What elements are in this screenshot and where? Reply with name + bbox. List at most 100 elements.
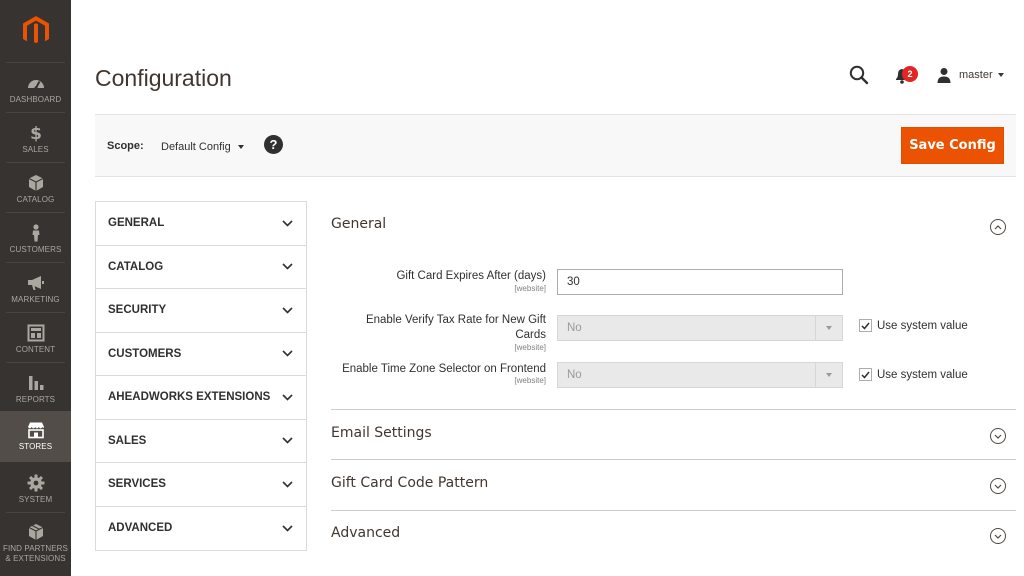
sidebar-divider (6, 312, 65, 313)
section-services[interactable]: SERVICES (96, 463, 306, 507)
nav-label: CUSTOMERS (9, 244, 62, 254)
section-label: GENERAL (108, 217, 165, 230)
section-customers[interactable]: CUSTOMERS (96, 333, 306, 376)
section-label: SERVICES (108, 478, 166, 491)
field-label-timezone: Enable Time Zone Selector on Frontend (342, 363, 546, 375)
section-label: SECURITY (108, 304, 167, 317)
nav-label: REPORTS (15, 394, 56, 404)
group-divider (331, 409, 1016, 410)
global-search-button[interactable] (848, 64, 870, 86)
nav-system[interactable]: SYSTEM (0, 464, 71, 514)
sidebar-divider (6, 62, 65, 63)
section-label: CUSTOMERS (108, 347, 182, 360)
username: master (959, 69, 993, 81)
nav-find-partners[interactable]: FIND PARTNERS & EXTENSIONS (0, 515, 71, 571)
field-label-verify-tax: Enable Verify Tax Rate for New Gift Card… (365, 314, 546, 341)
sidebar-divider (6, 512, 65, 513)
section-catalog[interactable]: CATALOG (96, 246, 306, 289)
megaphone-icon (27, 275, 44, 290)
chevron-up-icon (994, 224, 1002, 229)
nav-dashboard[interactable]: DASHBOARD (0, 64, 71, 114)
group-general-title[interactable]: General (331, 216, 386, 232)
gift-card-expires-input[interactable] (557, 269, 843, 295)
layout-icon (27, 324, 44, 341)
page-title: Configuration (95, 65, 232, 91)
field-label-expires: Gift Card Expires After (days) (396, 270, 546, 282)
group-email-settings-title[interactable]: Email Settings (331, 425, 432, 441)
timezone-use-system-checkbox[interactable]: Use system value (859, 368, 968, 381)
chevron-down-icon (282, 394, 293, 401)
section-advanced[interactable]: ADVANCED (96, 507, 306, 551)
nav-content[interactable]: CONTENT (0, 314, 71, 364)
field-scope-hint: [website] (514, 284, 546, 293)
nav-reports[interactable]: REPORTS (0, 364, 71, 414)
nav-label: SYSTEM (18, 494, 53, 504)
user-icon (937, 68, 951, 83)
expand-down-icon[interactable] (990, 428, 1006, 444)
field-scope-hint: [website] (514, 343, 546, 352)
nav-stores[interactable]: STORES (0, 411, 71, 462)
group-code-pattern-title[interactable]: Gift Card Code Pattern (331, 475, 488, 491)
magento-logo-icon (22, 15, 49, 43)
bar-chart-icon (28, 375, 43, 390)
nav-label: DASHBOARD (9, 94, 62, 104)
nav-marketing[interactable]: MARKETING (0, 264, 71, 314)
sidebar-divider (6, 162, 65, 163)
checkbox-checked[interactable] (859, 368, 872, 381)
nav-label: CATALOG (16, 194, 55, 204)
dashboard-icon (27, 79, 44, 90)
notification-count-badge: 2 (902, 66, 918, 82)
nav-label: FIND PARTNERS & EXTENSIONS (2, 543, 68, 563)
expand-down-icon[interactable] (990, 478, 1006, 494)
select-arrow (815, 316, 842, 340)
dollar-icon: $ (30, 124, 42, 142)
checkbox-label: Use system value (877, 368, 968, 381)
cube-icon (28, 174, 43, 191)
chevron-down-icon (282, 525, 293, 532)
caret-down-icon (826, 373, 832, 377)
sidebar-divider (6, 112, 65, 113)
select-arrow (815, 363, 842, 387)
chevron-down-icon (282, 307, 293, 314)
sidebar-divider (6, 212, 65, 213)
select-value: No (567, 322, 582, 334)
help-icon[interactable]: ? (264, 135, 283, 154)
timezone-select[interactable]: No (557, 362, 843, 388)
chevron-down-icon (282, 481, 293, 488)
nav-label: MARKETING (11, 294, 60, 304)
nav-customers[interactable]: CUSTOMERS (0, 214, 71, 264)
nav-catalog[interactable]: CATALOG (0, 164, 71, 214)
chevron-down-icon (282, 220, 293, 227)
storefront-icon (27, 422, 44, 439)
section-general[interactable]: GENERAL (96, 202, 306, 246)
chevron-down-icon (994, 434, 1002, 439)
verify-tax-select[interactable]: No (557, 315, 843, 341)
scope-switcher[interactable]: Default Config (161, 139, 244, 155)
nav-label: SALES (22, 144, 49, 154)
sidebar-divider (6, 262, 65, 263)
search-icon (849, 65, 869, 85)
verify-tax-use-system-checkbox[interactable]: Use system value (859, 319, 968, 332)
section-label: AHEADWORKS EXTENSIONS (108, 391, 271, 404)
chevron-down-icon (994, 484, 1002, 489)
person-icon (32, 223, 39, 241)
caret-down-icon (826, 326, 832, 330)
section-sales[interactable]: SALES (96, 420, 306, 463)
chevron-down-icon (282, 350, 293, 357)
caret-down-icon (237, 145, 244, 149)
nav-sales[interactable]: $ SALES (0, 114, 71, 164)
checkmark-icon (861, 371, 870, 379)
expand-down-icon[interactable] (990, 528, 1006, 544)
section-security[interactable]: SECURITY (96, 289, 306, 333)
section-label: CATALOG (108, 260, 164, 273)
group-advanced-title[interactable]: Advanced (331, 525, 400, 541)
magento-logo[interactable] (0, 0, 71, 62)
nav-label: STORES (18, 442, 53, 451)
checkbox-label: Use system value (877, 319, 968, 332)
chevron-down-icon (282, 437, 293, 444)
section-aheadworks-extensions[interactable]: AHEADWORKS EXTENSIONS (96, 376, 306, 420)
save-config-button[interactable]: Save Config (901, 127, 1004, 164)
checkbox-checked[interactable] (859, 319, 872, 332)
user-account-menu[interactable]: master (936, 66, 1004, 84)
collapse-up-icon[interactable] (990, 219, 1006, 235)
